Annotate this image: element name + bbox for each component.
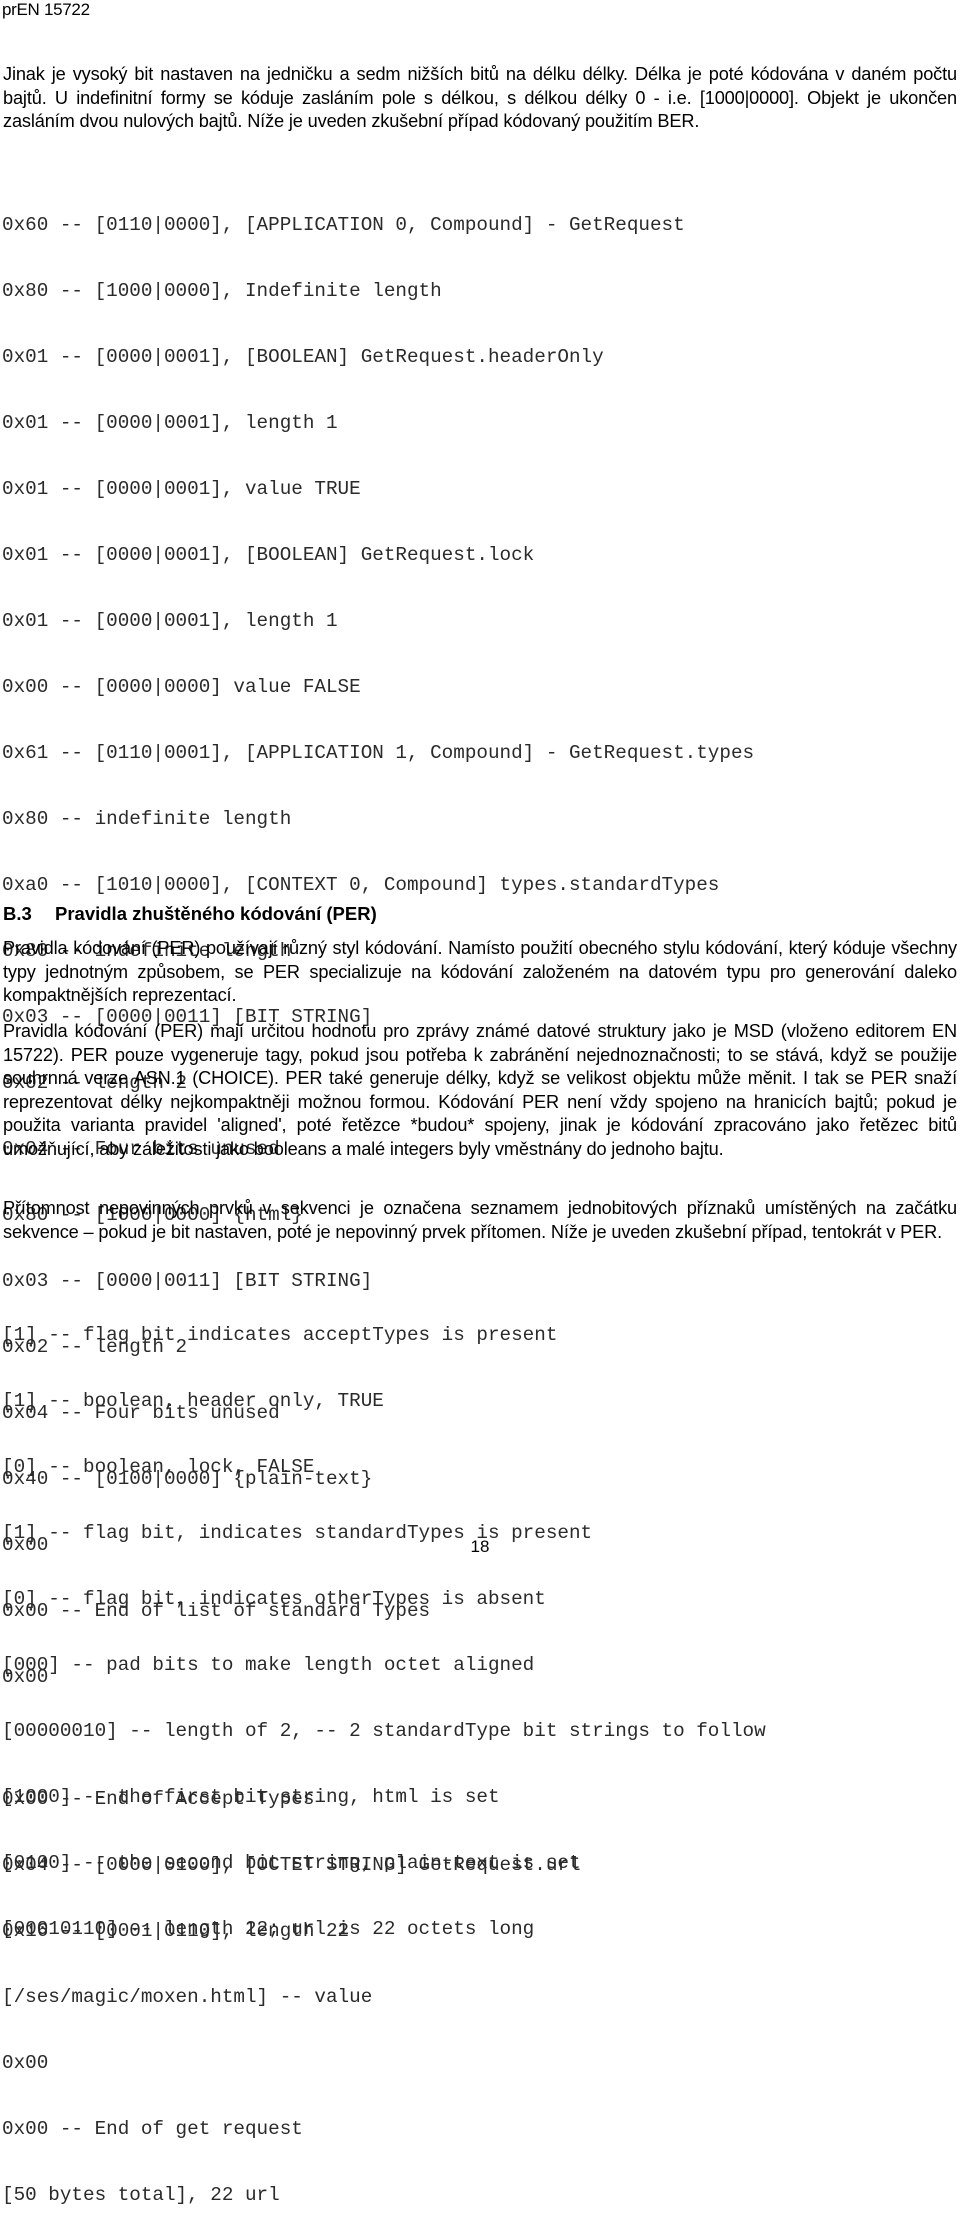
code-line: [1] -- boolean, header only, TRUE <box>2 1390 384 1412</box>
code-line: 0x80 -- indefinite length <box>2 808 292 830</box>
code-line: 0x00 <box>2 2052 49 2074</box>
section-title: Pravidla zhuštěného kódování (PER) <box>55 903 377 924</box>
code-line: [/ses/magic/moxen.html] -- value <box>2 1986 373 2008</box>
code-line: [0] -- flag bit, indicates otherTypes is… <box>2 1588 546 1610</box>
code-line: 0x00 -- End of get request <box>2 2118 303 2140</box>
code-line: [1000] -- the first bit string, html is … <box>2 1786 500 1808</box>
per-encoding-listing: [1] -- flag bit indicates acceptTypes is… <box>2 1280 766 1962</box>
per-paragraph-1: Pravidla kódování (PER) používají různý … <box>3 938 957 1006</box>
code-line: 0x00 -- [0000|0000] value FALSE <box>2 676 361 698</box>
code-line: [00010110] -- length 22; url is 22 octet… <box>2 1918 535 1940</box>
code-line: 0xa0 -- [1010|0000], [CONTEXT 0, Compoun… <box>2 874 720 896</box>
code-line: 0x01 -- [0000|0001], [BOOLEAN] GetReques… <box>2 346 604 368</box>
code-line: 0x01 -- [0000|0001], [BOOLEAN] GetReques… <box>2 544 535 566</box>
code-line: 0x60 -- [0110|0000], [APPLICATION 0, Com… <box>2 214 685 236</box>
per-paragraph-3: Přítomnost nepovinných prvků v sekvenci … <box>3 1198 957 1242</box>
code-line: [0100] -- the second bit string, plain-t… <box>2 1852 581 1874</box>
intro-paragraph: Jinak je vysoký bit nastaven na jedničku… <box>3 64 957 132</box>
document-id-header: prEN 15722 <box>2 0 90 19</box>
code-line: 0x61 -- [0110|0001], [APPLICATION 1, Com… <box>2 742 755 764</box>
page-number: 18 <box>470 1537 490 1556</box>
code-line: 0x80 -- [1000|0000], Indefinite length <box>2 280 442 302</box>
code-line: [50 bytes total], 22 url <box>2 2184 280 2206</box>
code-line: 0x01 -- [0000|0001], value TRUE <box>2 478 361 500</box>
section-heading: B.3 Pravidla zhuštěného kódování (PER) <box>3 902 377 926</box>
code-line: 0x01 -- [0000|0001], length 1 <box>2 412 338 434</box>
code-line: 0x01 -- [0000|0001], length 1 <box>2 610 338 632</box>
code-line: [0] -- boolean, lock, FALSE <box>2 1456 315 1478</box>
code-line: [00000010] -- length of 2, -- 2 standard… <box>2 1720 766 1742</box>
code-line: [1] -- flag bit indicates acceptTypes is… <box>2 1324 558 1346</box>
per-paragraph-2: Pravidla kódování (PER) mají určitou hod… <box>3 1021 957 1159</box>
section-number: B.3 <box>3 903 32 924</box>
code-line: [000] -- pad bits to make length octet a… <box>2 1654 535 1676</box>
